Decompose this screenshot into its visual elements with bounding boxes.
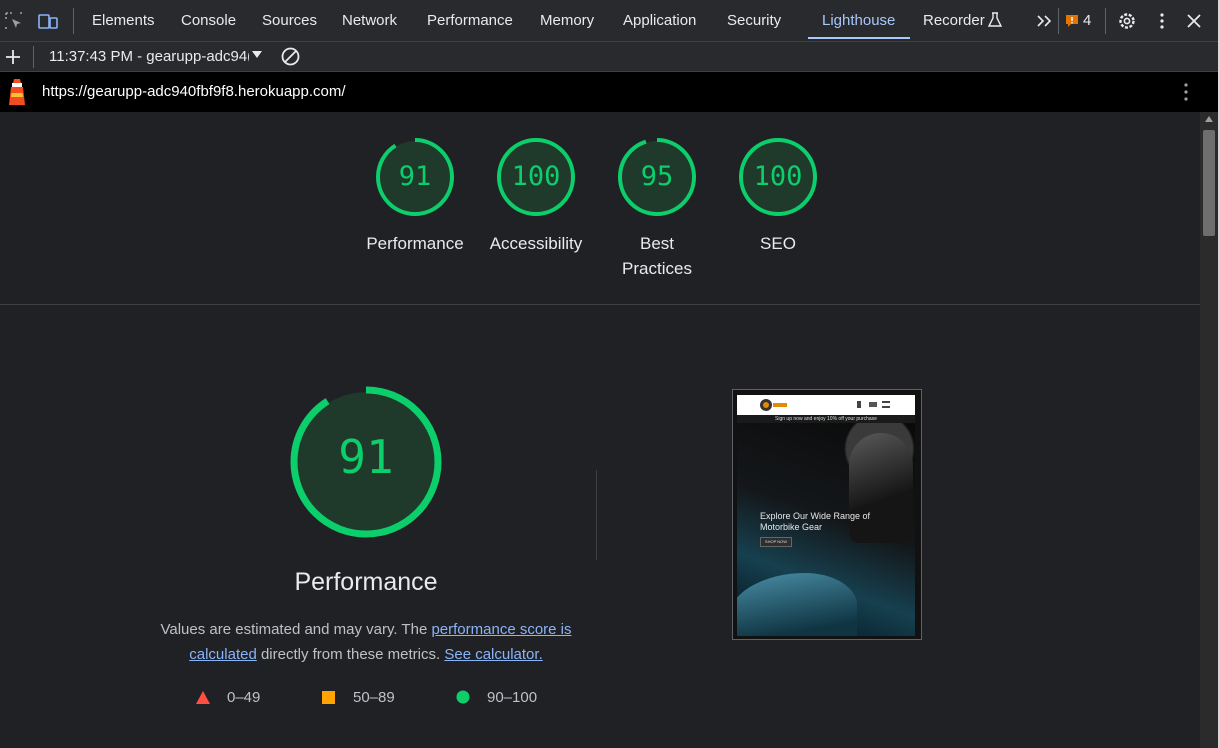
headline-line-1: Explore Our Wide Range of [760, 511, 871, 521]
toolbar-separator [33, 46, 34, 68]
hamburger-icon [882, 401, 890, 408]
bike-fairing-shape [737, 573, 857, 636]
tab-recorder[interactable]: Recorder [923, 12, 985, 29]
report-url: https://gearupp-adc940fbf9f8.herokuapp.c… [42, 83, 346, 100]
screenshot-cta-button: SHOP NOW [760, 537, 792, 547]
see-calculator-link[interactable]: See calculator. [444, 646, 542, 663]
section-divider [0, 304, 1200, 305]
chevron-down-icon[interactable] [252, 51, 262, 59]
screenshot-header [737, 395, 915, 415]
flask-icon [987, 12, 1003, 27]
add-icon[interactable] [4, 48, 22, 66]
gauge-score-performance: 91 [398, 161, 432, 192]
issues-count[interactable]: 4 [1083, 12, 1091, 29]
performance-large-score: 91 [338, 430, 394, 484]
vertical-scrollbar[interactable] [1200, 112, 1218, 748]
legend-fail-range: 0–49 [227, 689, 261, 706]
tab-lighthouse[interactable]: Lighthouse [822, 12, 895, 29]
fail-triangle-icon [196, 691, 210, 704]
column-divider [596, 470, 597, 560]
final-screenshot[interactable]: Sign up now and enjoy 10% off your purch… [732, 389, 922, 640]
gauge-label-accessibility[interactable]: Accessibility [471, 231, 601, 256]
more-tabs-icon[interactable] [1034, 10, 1056, 32]
screenshot-banner: Sign up now and enjoy 10% off your purch… [737, 415, 915, 423]
active-tab-indicator [808, 37, 910, 39]
user-icon [857, 401, 861, 408]
gauge-score-accessibility: 100 [511, 161, 561, 192]
desc-mid: directly from these metrics. [256, 646, 445, 663]
toolbar-separator [1058, 8, 1059, 34]
average-square-icon [322, 691, 335, 704]
toolbar-separator [1105, 8, 1106, 34]
lighthouse-icon [9, 79, 25, 105]
tab-application[interactable]: Application [623, 12, 696, 29]
inspect-icon[interactable] [3, 10, 25, 32]
tab-performance[interactable]: Performance [427, 12, 513, 29]
scroll-up-icon[interactable] [1205, 116, 1213, 122]
gauge-label-performance[interactable]: Performance [350, 231, 480, 256]
tab-sources[interactable]: Sources [262, 12, 317, 29]
scrollbar-thumb[interactable] [1203, 130, 1215, 236]
close-icon[interactable] [1183, 10, 1205, 32]
legend-average-range: 50–89 [353, 689, 395, 706]
settings-icon[interactable] [1116, 10, 1138, 32]
lighthouse-toolbar: 11:37:43 PM - gearupp-adc94( [0, 42, 1220, 72]
tab-memory[interactable]: Memory [540, 12, 594, 29]
tab-network[interactable]: Network [342, 12, 397, 29]
clear-icon[interactable] [280, 46, 301, 67]
pass-circle-icon [456, 690, 470, 704]
issues-icon[interactable] [1065, 14, 1079, 28]
tab-console[interactable]: Console [181, 12, 236, 29]
headline-line-2: Motorbike Gear [760, 522, 823, 532]
screenshot-headline: Explore Our Wide Range of Motorbike Gear [760, 511, 870, 533]
report-menu-icon[interactable] [1176, 82, 1196, 102]
performance-title: Performance [294, 568, 438, 596]
legend-pass-range: 90–100 [487, 689, 538, 706]
screenshot-hero: Explore Our Wide Range of Motorbike Gear… [737, 423, 915, 636]
gauge-score-seo: 100 [753, 161, 803, 192]
tab-elements[interactable]: Elements [92, 12, 155, 29]
device-toolbar-icon[interactable] [37, 10, 59, 32]
devtools-tabbar: Elements Console Sources Network Perform… [0, 0, 1220, 42]
site-logo-icon [760, 399, 787, 411]
kebab-menu-icon[interactable] [1151, 10, 1173, 32]
desc-prefix: Values are estimated and may vary. The [160, 621, 432, 638]
report-url-bar: https://gearupp-adc940fbf9f8.herokuapp.c… [0, 72, 1218, 112]
gauge-label-seo[interactable]: SEO [713, 231, 843, 256]
toolbar-separator [73, 8, 74, 34]
cart-icon [869, 402, 877, 407]
performance-description: Values are estimated and may vary. The p… [150, 617, 582, 667]
gauge-score-best-practices: 95 [640, 161, 674, 192]
gauge-label-best-practices[interactable]: Best Practices [592, 231, 722, 281]
tab-security[interactable]: Security [727, 12, 781, 29]
report-selector[interactable]: 11:37:43 PM - gearupp-adc94( [49, 48, 249, 65]
